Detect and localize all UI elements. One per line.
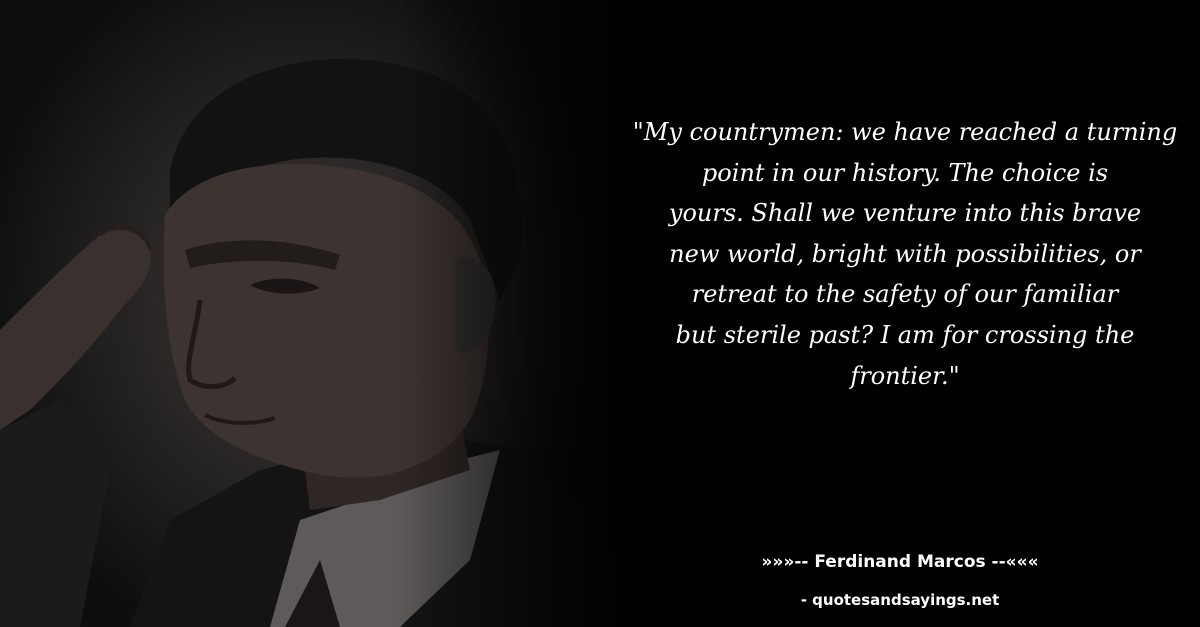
portrait-photo: [0, 0, 640, 627]
quote-line: new world, bright with possibilities, or: [669, 239, 1141, 268]
photo-fade-overlay: [0, 0, 640, 627]
quote-line: retreat to the safety of our familiar: [691, 280, 1119, 309]
quote-text: "My countrymen: we have reached a turnin…: [625, 112, 1185, 396]
quote-line: point in our history. The choice is: [701, 158, 1109, 187]
quote-line: "My countrymen: we have reached a turnin…: [632, 118, 1178, 146]
quote-line: but sterile past? I am for crossing the: [675, 320, 1135, 349]
author-attribution: »»»-- Ferdinand Marcos --«««: [761, 552, 1039, 572]
source-watermark: - quotesandsayings.net: [800, 591, 1000, 609]
quote-line: yours. Shall we venture into this brave: [668, 199, 1142, 228]
quote-line: frontier.": [850, 361, 960, 390]
quote-card: "My countrymen: we have reached a turnin…: [0, 0, 1200, 627]
